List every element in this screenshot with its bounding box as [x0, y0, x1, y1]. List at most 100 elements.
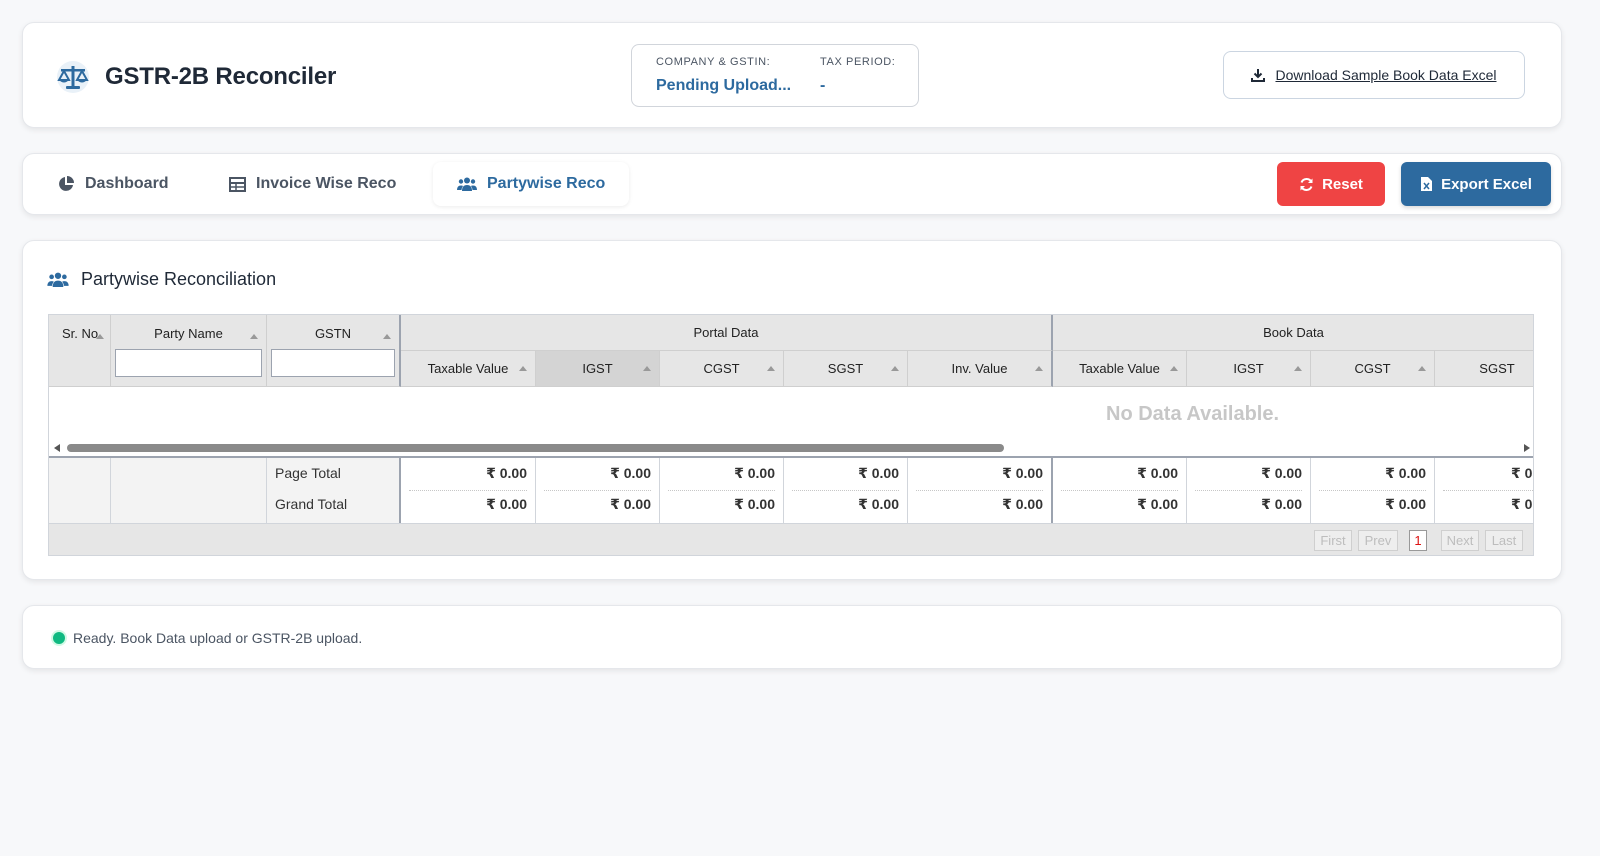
- status-indicator-icon: [53, 632, 65, 644]
- scrollbar-thumb[interactable]: [67, 444, 1004, 452]
- column-label: CGST: [703, 361, 740, 376]
- brand: GSTR-2B Reconciler: [55, 61, 336, 93]
- scroll-left-icon[interactable]: [54, 444, 60, 452]
- status-line: Ready. Book Data upload or GSTR-2B uploa…: [53, 630, 362, 646]
- column-label: IGST: [582, 361, 613, 376]
- export-label: Export Excel: [1441, 175, 1532, 193]
- scroll-right-icon[interactable]: [1524, 444, 1530, 452]
- sort-icon: [767, 365, 775, 371]
- company-value: Pending Upload...: [656, 77, 792, 94]
- column-label: SGST: [1479, 361, 1515, 376]
- grand-total-value: ₹ 0.00: [1385, 496, 1426, 512]
- party-name-filter-input[interactable]: [115, 349, 262, 377]
- company-info: COMPANY & GSTIN: Pending Upload...: [656, 56, 791, 95]
- period-value: -: [820, 77, 826, 94]
- sort-icon: [1035, 365, 1043, 371]
- pager-last-button[interactable]: Last: [1485, 530, 1523, 551]
- gstn-filter-input[interactable]: [271, 349, 395, 377]
- status-message: Ready. Book Data upload or GSTR-2B uploa…: [73, 630, 363, 646]
- pager-next-button[interactable]: Next: [1441, 530, 1479, 551]
- period-label: TAX PERIOD:: [820, 56, 896, 68]
- refresh-icon: [1300, 177, 1313, 191]
- company-info-box: COMPANY & GSTIN: Pending Upload... TAX P…: [631, 44, 919, 107]
- pager-current-page[interactable]: 1: [1409, 530, 1427, 551]
- status-bar: Ready. Book Data upload or GSTR-2B uploa…: [22, 605, 1562, 669]
- footer-label-cell: Page Total Grand Total: [267, 458, 401, 524]
- period-info: TAX PERIOD: -: [820, 56, 895, 95]
- column-label: Taxable Value: [427, 361, 509, 376]
- totals-footer: Page Total Grand Total ₹ 0.00 ₹ 0.00 ₹ 0…: [49, 456, 1534, 524]
- column-header-portal-inv-value[interactable]: Inv. Value: [908, 351, 1053, 387]
- group-header-portal-data: Portal Data: [401, 315, 1053, 351]
- footer-cell: ₹ 0.00 ₹ 0.00: [1187, 458, 1311, 524]
- pie-chart-icon: [59, 176, 74, 191]
- column-header-portal-cgst[interactable]: CGST: [660, 351, 784, 387]
- column-header-book-sgst[interactable]: SGST: [1435, 351, 1533, 387]
- grand-total-value: ₹ 0.00: [486, 496, 527, 512]
- column-label: Taxable Value: [1079, 361, 1160, 376]
- reset-button[interactable]: Reset: [1277, 162, 1385, 206]
- column-label: IGST: [1233, 361, 1264, 376]
- tab-dashboard[interactable]: Dashboard: [33, 162, 193, 206]
- reconciliation-grid: Sr. No Party Name GSTN Portal Data Book …: [48, 314, 1534, 556]
- horizontal-scrollbar[interactable]: [49, 441, 1533, 455]
- page-total-value: ₹ 0.00: [1137, 465, 1178, 481]
- pager: First Prev 1 Next Last: [49, 523, 1533, 555]
- column-header-portal-igst[interactable]: IGST: [536, 351, 660, 387]
- partywise-section: Partywise Reconciliation Sr. No Party Na…: [22, 240, 1562, 580]
- grand-total-value: ₹ 0.00: [858, 496, 899, 512]
- tab-label: Partywise Reco: [487, 175, 606, 192]
- table-icon: [229, 176, 246, 192]
- sort-icon: [891, 365, 899, 371]
- column-label: Inv. Value: [951, 361, 1008, 376]
- pager-prev-button[interactable]: Prev: [1358, 530, 1398, 551]
- footer-cell: ₹ 0.00 ₹ 0.00: [1053, 458, 1187, 524]
- tab-partywise-reco[interactable]: Partywise Reco: [433, 162, 630, 206]
- users-icon: [47, 272, 69, 287]
- sort-icon: [643, 365, 651, 371]
- column-header-portal-sgst[interactable]: SGST: [784, 351, 908, 387]
- column-label: Party Name: [154, 326, 223, 341]
- scale-icon: [57, 61, 89, 93]
- tab-label: Invoice Wise Reco: [256, 175, 397, 192]
- page-total-value: ₹ 0.00: [1385, 465, 1426, 481]
- sort-icon: [519, 365, 527, 371]
- column-label: CGST: [1354, 361, 1391, 376]
- page-total-label: Page Total: [275, 465, 341, 481]
- pager-first-button[interactable]: First: [1314, 530, 1352, 551]
- footer-cell: ₹ 0.00 ₹ 0.00: [908, 458, 1053, 524]
- excel-file-icon: [1421, 177, 1433, 191]
- grand-total-value: ₹ 0.00: [734, 496, 775, 512]
- download-sample-button[interactable]: Download Sample Book Data Excel: [1223, 51, 1525, 99]
- tab-invoice-wise-reco[interactable]: Invoice Wise Reco: [205, 162, 420, 206]
- column-header-sr-no[interactable]: Sr. No: [49, 315, 111, 387]
- column-header-portal-taxable-value[interactable]: Taxable Value: [401, 351, 536, 387]
- sort-icon: [1170, 365, 1178, 371]
- nav-bar: Dashboard Invoice Wise Reco Partywise Re…: [22, 153, 1562, 215]
- grand-total-value: ₹ 0.: [1511, 496, 1534, 512]
- page-total-value: ₹ 0.00: [1002, 465, 1043, 481]
- grand-total-value: ₹ 0.00: [1261, 496, 1302, 512]
- page-total-value: ₹ 0.00: [610, 465, 651, 481]
- tab-label: Dashboard: [85, 175, 169, 192]
- section-title: Partywise Reconciliation: [47, 269, 276, 290]
- sort-icon: [250, 334, 258, 339]
- column-header-book-cgst[interactable]: CGST: [1311, 351, 1435, 387]
- section-title-text: Partywise Reconciliation: [81, 269, 277, 289]
- column-label: GSTN: [314, 326, 352, 341]
- group-header-book-data: Book Data: [1053, 315, 1533, 351]
- company-label: COMPANY & GSTIN:: [656, 56, 771, 68]
- grand-total-label: Grand Total: [275, 496, 348, 512]
- column-header-book-igst[interactable]: IGST: [1187, 351, 1311, 387]
- grand-total-value: ₹ 0.00: [610, 496, 651, 512]
- footer-cell: ₹ 0.00 ₹ 0.00: [401, 458, 536, 524]
- column-header-book-taxable-value[interactable]: Taxable Value: [1053, 351, 1187, 387]
- footer-cell: ₹ 0.00 ₹ 0.00: [784, 458, 908, 524]
- app-header: GSTR-2B Reconciler COMPANY & GSTIN: Pend…: [22, 22, 1562, 128]
- sort-icon: [96, 334, 104, 339]
- page-total-value: ₹ 0.00: [734, 465, 775, 481]
- grand-total-value: ₹ 0.00: [1002, 496, 1043, 512]
- footer-cell: [111, 458, 267, 524]
- download-icon: [1251, 69, 1266, 82]
- export-excel-button[interactable]: Export Excel: [1401, 162, 1551, 206]
